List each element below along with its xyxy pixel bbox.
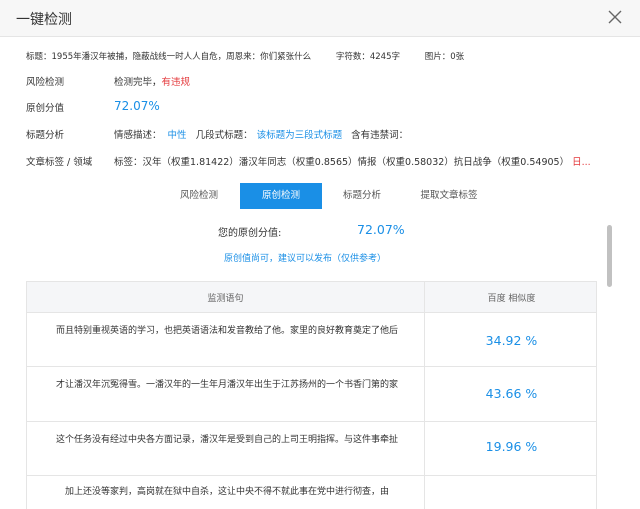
- table-row: 这个任务没有经过中央各方面记录，潘汉年是受到自己的上司王明指挥。与这件事牵扯 1…: [27, 422, 596, 476]
- panel-scrollbar[interactable]: [607, 225, 612, 287]
- article-meta: 标题：1955年潘汉年被捕，隐蔽战线一时人人自危，周恩来：你们紧张什么 字符数：…: [26, 50, 486, 62]
- tab-risk[interactable]: 风险检测: [160, 183, 238, 209]
- risk-status: 检测完毕，: [114, 77, 162, 88]
- title-analysis-label: 标题分析: [26, 130, 65, 141]
- tags-value: 标签：汉年（权重1.81422）潘汉年同志（权重0.8565）情报（权重0.58…: [114, 154, 591, 168]
- header-sentence: 监测语句: [207, 294, 244, 304]
- row-similarity: 34.92 %: [485, 333, 538, 348]
- dialog-titlebar: 一键检测: [0, 0, 640, 37]
- risk-warning[interactable]: 有违规: [162, 77, 191, 88]
- risk-label: 风险检测: [26, 77, 65, 88]
- originality-value: 72.07%: [114, 99, 160, 113]
- article-title: 标题：1955年潘汉年被捕，隐蔽战线一时人人自危，周恩来：你们紧张什么: [26, 52, 312, 62]
- original-score-label: 您的原创分值:: [218, 228, 282, 239]
- table-header: 监测语句 百度 相似度: [27, 282, 596, 313]
- table-row: 而且特别重视英语的学习，也把英语语法和发音教给了他。家里的良好教育奠定了他后 3…: [27, 313, 596, 367]
- dialog-title: 一键检测: [16, 12, 72, 28]
- header-similarity: 百度 相似度: [487, 294, 536, 304]
- table-row: 加上还没等家判，高岗就在狱中自杀，这让中央不得不就此事在党中进行彻查，由: [27, 476, 596, 509]
- sentiment-label: 情感描述：: [114, 130, 162, 141]
- tab-title-analysis[interactable]: 标题分析: [324, 183, 400, 209]
- forbidden-label: 含有违禁词：: [351, 130, 409, 141]
- char-count: 字符数：4245字: [335, 52, 400, 62]
- row-sentence: 加上还没等家判，高岗就在狱中自杀，这让中央不得不就此事在党中进行彻查，由: [64, 487, 389, 497]
- close-icon[interactable]: [606, 8, 624, 26]
- row-sentence: 这个任务没有经过中央各方面记录，潘汉年是受到自己的上司王明指挥。与这件事牵扯: [55, 435, 398, 445]
- image-count: 图片：0张: [424, 52, 465, 62]
- row-similarity: 43.66 %: [485, 386, 538, 401]
- segment-label: 几段式标题：: [195, 130, 253, 141]
- row-similarity: 19.96 %: [485, 439, 538, 454]
- tags-text: 标签：汉年（权重1.81422）潘汉年同志（权重0.8565）情报（权重0.58…: [114, 157, 570, 168]
- similarity-table: 监测语句 百度 相似度 而且特别重视英语的学习，也把英语语法和发音教给了他。家里…: [26, 281, 597, 509]
- title-analysis-value: 情感描述： 中性 几段式标题： 该标题为三段式标题 含有违禁词：: [114, 127, 408, 141]
- risk-value: 检测完毕，有违规: [114, 74, 190, 88]
- originality-label: 原创分值: [26, 103, 65, 114]
- tab-extract-tags[interactable]: 提取文章标签: [402, 183, 496, 209]
- tab-original[interactable]: 原创检测: [240, 183, 322, 209]
- tags-label: 文章标签 / 领域: [26, 157, 93, 168]
- row-sentence: 而且特别重视英语的学习，也把英语语法和发音教给了他。家里的良好教育奠定了他后: [55, 326, 398, 336]
- table-row: 才让潘汉年沉冤得雪。一潘汉年的一生年月潘汉年出生于江苏扬州的一个书香门第的家 4…: [27, 367, 596, 422]
- original-score-value: 72.07%: [357, 222, 405, 237]
- tags-more[interactable]: 日...: [572, 157, 591, 168]
- original-hint: 原创值尚可，建议可以发布（仅供参考）: [224, 254, 387, 264]
- segment-value: 该标题为三段式标题: [256, 130, 343, 141]
- sentiment-value: 中性: [167, 130, 187, 141]
- row-sentence: 才让潘汉年沉冤得雪。一潘汉年的一生年月潘汉年出生于江苏扬州的一个书香门第的家: [55, 380, 398, 390]
